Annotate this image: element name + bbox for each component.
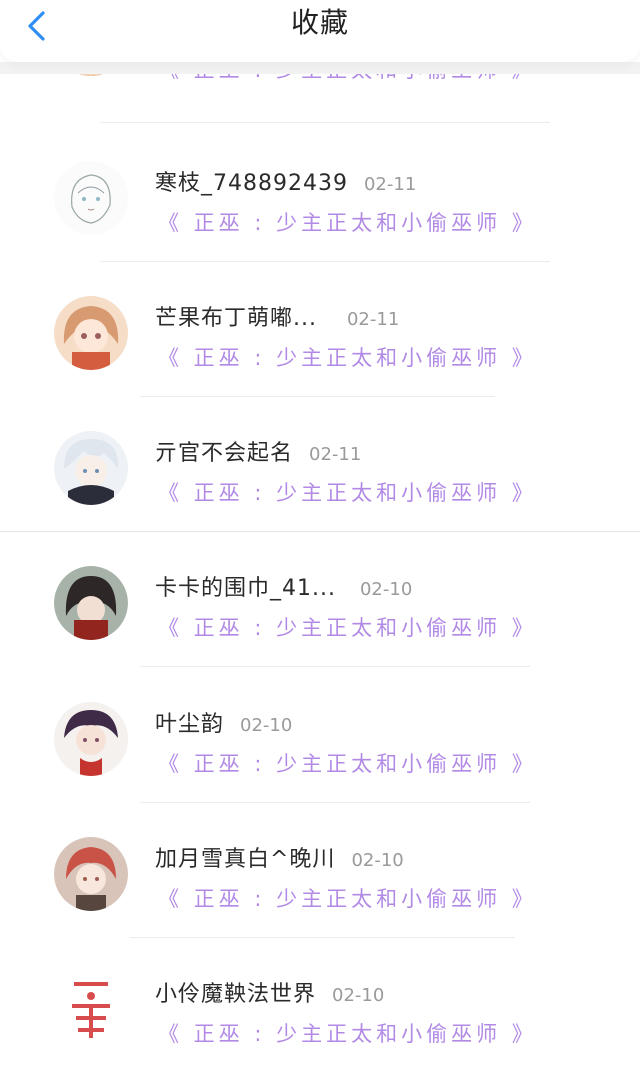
avatar-image <box>54 702 128 776</box>
list-item[interactable]: 叶尘韵 02-10 《 正巫 : 少主正太和小偷巫师 》 <box>0 668 640 803</box>
date-label: 02-10 <box>359 579 413 600</box>
user-name[interactable]: 寒枝_748892439 <box>155 165 348 197</box>
name-line: 卡卡的围巾_41... 02-10 <box>155 570 413 601</box>
avatar-image <box>54 431 128 505</box>
avatar[interactable] <box>54 161 128 235</box>
avatar[interactable] <box>54 296 128 370</box>
list-item[interactable]: 卡卡的围巾_41... 02-10 《 正巫 : 少主正太和小偷巫师 》 <box>0 532 640 667</box>
avatar-image <box>54 161 128 235</box>
date-label: 02-10 <box>332 985 385 1006</box>
date-label: 02-11 <box>363 174 417 195</box>
list-item[interactable]: 虐 小伶魔鞅法世界 02-10 《 正巫 : 少主正太和小偷巫师 》 <box>0 938 640 1073</box>
avatar[interactable] <box>54 702 128 776</box>
name-line: 亓官不会起名 02-11 <box>155 435 362 466</box>
collection-source[interactable]: 《 正巫 : 少主正太和小偷巫师 》 <box>158 342 537 372</box>
collection-source[interactable]: 《 正巫 : 少主正太和小偷巫师 》 <box>158 477 537 507</box>
divider <box>100 122 550 123</box>
list-item[interactable]: 芒果布丁萌嘟... 02-11 《 正巫 : 少主正太和小偷巫师 》 <box>0 262 640 397</box>
user-name[interactable]: 亓官不会起名 <box>155 435 293 467</box>
name-line: 叶尘韵 02-10 <box>155 706 293 737</box>
avatar[interactable] <box>54 566 128 640</box>
collection-source[interactable]: 《 正巫 : 少主正太和小偷巫师 》 <box>158 612 537 642</box>
name-line: 加月雪真白^晚川 02-10 <box>155 841 404 872</box>
collection-source[interactable]: 《 正巫 : 少主正太和小偷巫师 》 <box>158 748 537 778</box>
user-name[interactable]: 叶尘韵 <box>155 706 224 738</box>
user-name[interactable]: 卡卡的围巾_41... <box>155 570 336 602</box>
user-name[interactable]: 加月雪真白^晚川 <box>155 841 335 873</box>
list-item[interactable]: 亓官不会起名 02-11 《 正巫 : 少主正太和小偷巫师 》 <box>0 397 640 532</box>
date-label: 02-11 <box>346 309 400 330</box>
avatar-image <box>54 566 128 640</box>
page-title: 收藏 <box>290 6 349 39</box>
name-line: 寒枝_748892439 02-11 <box>155 165 417 196</box>
avatar[interactable]: 虐 <box>54 972 128 1046</box>
name-line: 小伶魔鞅法世界 02-10 <box>155 976 385 1007</box>
user-name[interactable]: 芒果布丁萌嘟... <box>155 300 317 332</box>
avatar[interactable] <box>54 431 128 505</box>
date-label: 02-10 <box>351 850 404 871</box>
avatar[interactable] <box>54 837 128 911</box>
date-label: 02-10 <box>240 715 293 736</box>
avatar-image <box>54 296 128 370</box>
collection-source[interactable]: 《 正巫 : 少主正太和小偷巫师 》 <box>158 883 537 913</box>
header-gap <box>0 62 640 74</box>
top-navigation-bar: 收藏 <box>0 0 640 62</box>
avatar-image <box>54 837 128 911</box>
collection-source[interactable]: 《 正巫 : 少主正太和小偷巫师 》 <box>158 207 537 237</box>
favorites-list: 《 正巫 : 少主正太和小偷巫师 》 寒枝_748892439 02-11 《 … <box>0 0 640 1074</box>
list-item[interactable]: 寒枝_748892439 02-11 《 正巫 : 少主正太和小偷巫师 》 <box>0 127 640 262</box>
user-name[interactable]: 小伶魔鞅法世界 <box>155 976 316 1008</box>
avatar-image <box>54 972 128 1046</box>
collection-source[interactable]: 《 正巫 : 少主正太和小偷巫师 》 <box>158 1018 537 1048</box>
name-line: 芒果布丁萌嘟... 02-11 <box>155 300 400 331</box>
divider <box>140 666 530 667</box>
favorites-screen: 《 正巫 : 少主正太和小偷巫师 》 寒枝_748892439 02-11 《 … <box>0 0 640 1074</box>
list-item[interactable]: 加月雪真白^晚川 02-10 《 正巫 : 少主正太和小偷巫师 》 <box>0 803 640 938</box>
date-label: 02-11 <box>309 444 362 465</box>
